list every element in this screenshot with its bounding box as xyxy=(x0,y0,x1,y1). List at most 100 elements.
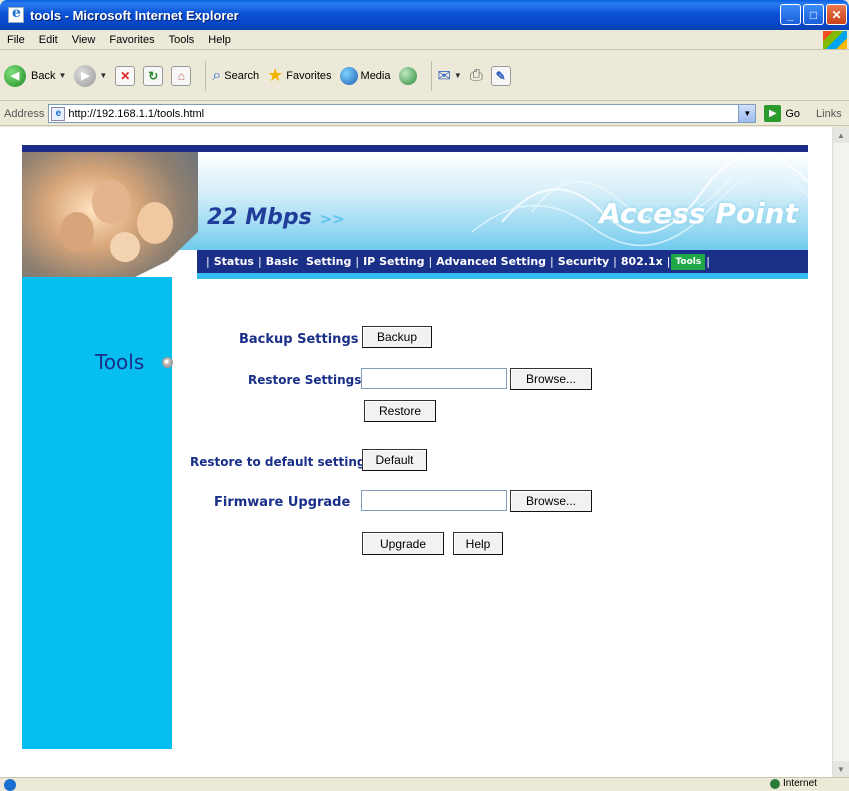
main-nav: | Status | Basic Setting | IP Setting | … xyxy=(197,250,808,273)
ie-app-icon xyxy=(8,5,24,23)
refresh-icon: ↻ xyxy=(143,65,164,86)
nav-security[interactable]: Security xyxy=(555,255,612,268)
help-button[interactable]: Help xyxy=(453,532,503,555)
firmware-file-input[interactable] xyxy=(361,490,507,511)
refresh-button[interactable]: ↻ xyxy=(143,65,164,86)
status-bar: Internet xyxy=(0,777,849,791)
restore-button[interactable]: Restore xyxy=(364,400,436,422)
window-controls: _ □ ✕ xyxy=(780,4,847,25)
search-icon: ⌕ xyxy=(212,66,222,84)
favorites-star-icon: ★ xyxy=(267,65,284,85)
page-viewport: 22 Mbps >> Access Point | Status | Basic… xyxy=(0,127,849,777)
globe-icon xyxy=(770,778,780,789)
home-icon: ⌂ xyxy=(171,65,192,86)
minimize-button[interactable]: _ xyxy=(780,4,801,25)
firmware-upgrade-label: Firmware Upgrade xyxy=(214,495,351,510)
photo-person xyxy=(137,202,173,244)
speed-text: 22 Mbps xyxy=(207,205,312,230)
close-button[interactable]: ✕ xyxy=(826,4,847,25)
search-label: Search xyxy=(224,69,260,82)
media-label: Media xyxy=(360,69,391,82)
upgrade-button[interactable]: Upgrade xyxy=(362,532,444,555)
menu-bar: File Edit View Favorites Tools Help xyxy=(0,30,849,50)
nav-advanced-setting[interactable]: Advanced Setting xyxy=(433,255,549,268)
vertical-scrollbar[interactable]: ▲ ▼ xyxy=(832,127,849,777)
menu-view[interactable]: View xyxy=(65,34,103,46)
nav-separator: | xyxy=(706,255,710,268)
window-title-bar[interactable]: tools - Microsoft Internet Explorer _ □ … xyxy=(0,0,849,30)
photo-person xyxy=(60,212,94,252)
photo-person xyxy=(110,232,140,262)
menu-favorites[interactable]: Favorites xyxy=(102,34,161,46)
address-url[interactable]: http://192.168.1.1/tools.html xyxy=(68,108,204,120)
forward-dropdown-icon[interactable]: ▼ xyxy=(99,71,107,80)
print-button[interactable]: ⎙ xyxy=(470,67,483,85)
go-label: Go xyxy=(785,107,801,120)
stop-button[interactable]: ✕ xyxy=(115,65,136,86)
zone-label: Internet xyxy=(783,778,817,789)
restore-file-input[interactable] xyxy=(361,368,507,389)
address-bar: Address e http://192.168.1.1/tools.html … xyxy=(0,102,849,126)
nav-underline xyxy=(197,273,808,279)
history-button[interactable] xyxy=(398,66,417,85)
nav-basic-setting[interactable]: Basic Setting xyxy=(263,255,355,268)
home-button[interactable]: ⌂ xyxy=(171,65,192,86)
bullet-icon xyxy=(162,357,173,368)
nav-ip-setting[interactable]: IP Setting xyxy=(360,255,427,268)
default-button[interactable]: Default xyxy=(362,449,427,471)
favorites-button[interactable]: ★ Favorites xyxy=(267,65,331,86)
mail-button[interactable]: ✉ ▼ xyxy=(438,66,462,86)
scroll-down-icon[interactable]: ▼ xyxy=(833,761,849,777)
links-button[interactable]: Links xyxy=(816,108,842,120)
maximize-button[interactable]: □ xyxy=(803,4,824,25)
status-page-icon xyxy=(4,779,16,791)
menu-tools[interactable]: Tools xyxy=(162,34,202,46)
scroll-up-icon[interactable]: ▲ xyxy=(833,127,849,143)
window-title: tools - Microsoft Internet Explorer xyxy=(30,7,239,23)
toolbar-separator xyxy=(205,60,207,91)
back-arrow-icon: ◀ xyxy=(4,64,26,87)
nav-8021x[interactable]: 802.1x xyxy=(618,255,666,268)
speed-tagline: 22 Mbps >> xyxy=(207,205,345,230)
restore-settings-label: Restore Settings xyxy=(248,373,362,387)
menu-file[interactable]: File xyxy=(0,34,32,46)
go-button[interactable]: ▶ Go xyxy=(764,105,800,122)
page-icon: e xyxy=(51,106,66,121)
tagline-arrows: >> xyxy=(319,210,345,228)
back-label: Back xyxy=(31,69,56,82)
banner: 22 Mbps >> Access Point | Status | Basic… xyxy=(22,145,808,297)
sidebar: Tools xyxy=(22,277,173,749)
menu-help[interactable]: Help xyxy=(201,34,238,46)
history-icon xyxy=(398,66,417,85)
nav-tools[interactable]: Tools xyxy=(671,253,706,270)
edit-icon: ✎ xyxy=(490,65,511,86)
address-label: Address xyxy=(4,107,45,120)
edit-button[interactable]: ✎ xyxy=(490,65,511,86)
favorites-label: Favorites xyxy=(286,69,332,82)
nav-status[interactable]: Status xyxy=(211,255,257,268)
mail-icon: ✉ xyxy=(437,67,451,85)
forward-button[interactable]: ▶ ▼ xyxy=(74,64,107,87)
backup-button[interactable]: Backup xyxy=(362,326,432,348)
backup-settings-label: Backup Settings xyxy=(239,332,359,347)
mail-dropdown-icon[interactable]: ▼ xyxy=(454,71,462,80)
photo-person xyxy=(92,180,130,224)
back-button[interactable]: ◀ Back ▼ xyxy=(4,64,66,87)
restore-browse-button[interactable]: Browse... xyxy=(510,368,592,390)
address-dropdown-icon[interactable]: ▼ xyxy=(738,105,756,122)
sidebar-title: Tools xyxy=(95,350,145,374)
media-button[interactable]: Media xyxy=(339,66,391,85)
forward-arrow-icon: ▶ xyxy=(74,64,97,87)
go-arrow-icon: ▶ xyxy=(764,105,782,122)
search-button[interactable]: ⌕ Search xyxy=(212,67,259,85)
print-icon: ⎙ xyxy=(469,66,483,84)
restore-default-label: Restore to default settings xyxy=(190,455,373,469)
product-name: Access Point xyxy=(599,197,798,230)
toolbar: ◀ Back ▼ ▶ ▼ ✕ ↻ ⌂ ⌕ Search ★ Favorites … xyxy=(0,51,849,101)
media-icon xyxy=(339,66,358,85)
firmware-browse-button[interactable]: Browse... xyxy=(510,490,592,512)
address-input[interactable]: e http://192.168.1.1/tools.html ▼ xyxy=(48,104,757,123)
toolbar-separator xyxy=(430,60,432,91)
menu-edit[interactable]: Edit xyxy=(32,34,65,46)
back-dropdown-icon[interactable]: ▼ xyxy=(58,71,66,80)
